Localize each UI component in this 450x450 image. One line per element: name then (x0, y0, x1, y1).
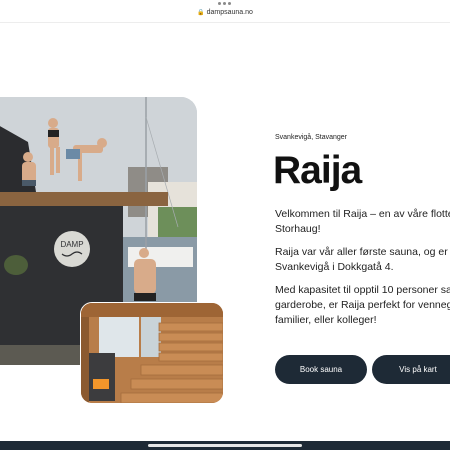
url-text: dampsauna.no (206, 9, 253, 16)
home-indicator[interactable] (148, 444, 302, 447)
sign-text: DAMP (60, 240, 83, 249)
tab-overview-dots-icon[interactable] (218, 2, 231, 5)
url-bar[interactable]: 🔒 dampsauna.no (0, 9, 450, 16)
browser-top-bar: 🔒 dampsauna.no (0, 0, 450, 23)
history-paragraph: Raija var vår aller første sauna, og er … (275, 246, 450, 273)
lock-icon: 🔒 (197, 10, 205, 16)
page-title: Raija (273, 149, 362, 192)
capacity-paragraph: Med kapasitet til opptil 10 personer sa … (275, 284, 450, 326)
book-sauna-button[interactable]: Book sauna (275, 355, 367, 384)
location-label: Svankevigå, Stavanger (275, 134, 347, 141)
sauna-interior-photo (80, 302, 224, 404)
show-on-map-button[interactable]: Vis på kart (372, 355, 450, 384)
intro-paragraph: Velkommen til Raija – en av våre flotte … (275, 208, 450, 235)
